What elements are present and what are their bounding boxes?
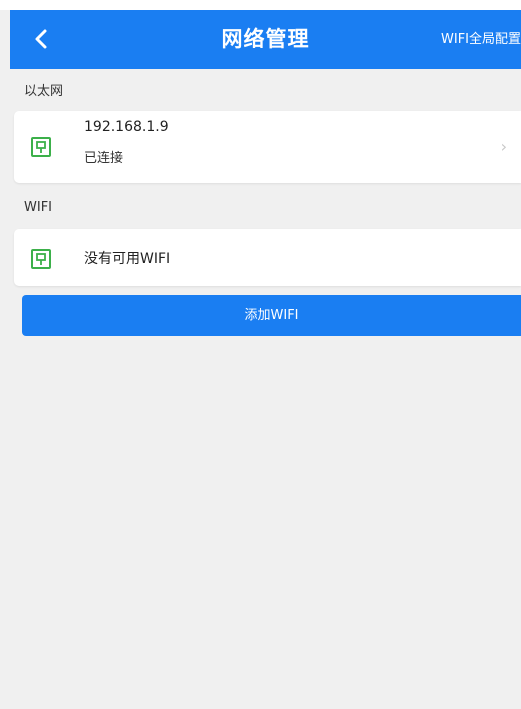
chevron-left-icon xyxy=(35,29,47,49)
ethernet-item[interactable]: 192.168.1.9 已连接 › xyxy=(14,111,521,183)
ethernet-ip: 192.168.1.9 xyxy=(84,119,169,135)
add-wifi-button[interactable]: 添加WIFI xyxy=(22,295,521,336)
chevron-right-icon: › xyxy=(500,137,507,156)
network-port-icon xyxy=(31,249,51,269)
network-port-icon xyxy=(31,137,51,157)
wifi-empty-text: 没有可用WIFI xyxy=(84,251,171,267)
header-bar: 网络管理 WIFI全局配置 xyxy=(10,10,521,69)
network-management-screen: 网络管理 WIFI全局配置 以太网 192.168.1.9 已连接 › WIFI… xyxy=(0,0,521,709)
status-bar-area xyxy=(0,0,521,10)
wifi-item: 没有可用WIFI xyxy=(14,229,521,286)
back-button[interactable] xyxy=(26,24,56,54)
wifi-section-label: WIFI xyxy=(24,200,52,215)
left-edge xyxy=(0,10,10,709)
ethernet-section-label: 以太网 xyxy=(24,84,64,99)
ethernet-status: 已连接 xyxy=(84,151,124,166)
wifi-global-config-button[interactable]: WIFI全局配置 xyxy=(441,10,521,69)
